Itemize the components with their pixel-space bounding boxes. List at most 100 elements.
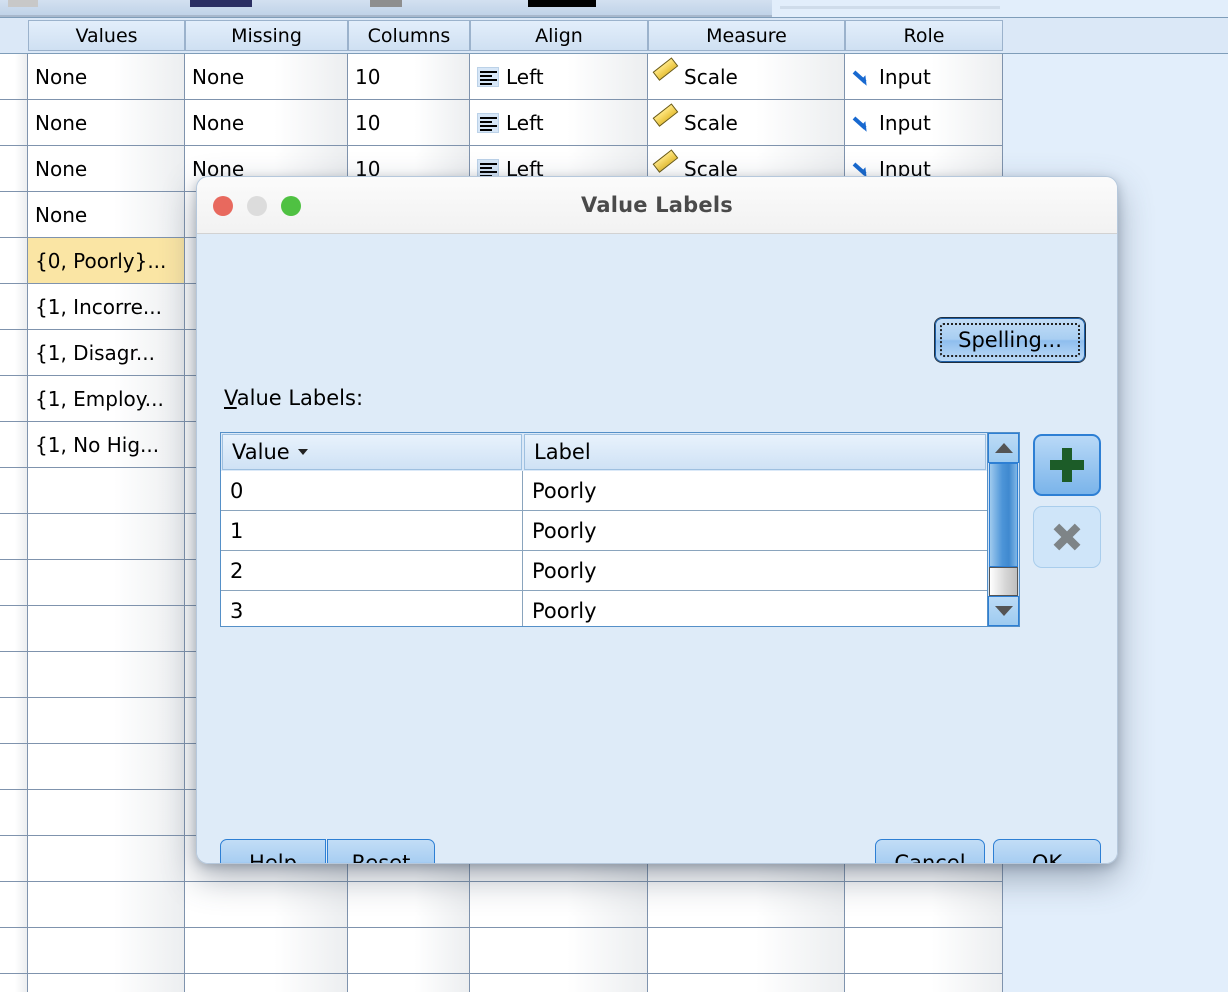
cancel-button[interactable]: Cancel — [875, 839, 985, 863]
remove-value-label-button[interactable] — [1033, 506, 1101, 568]
grid-cell[interactable] — [28, 652, 185, 698]
grid-cell[interactable]: None — [185, 54, 348, 100]
grid-cell[interactable]: Input — [845, 100, 1003, 146]
grid-cell[interactable]: None — [28, 192, 185, 238]
grid-cell[interactable] — [648, 974, 845, 992]
grid-cell[interactable]: {1, Employ... — [28, 376, 185, 422]
value-cell[interactable]: 1 — [221, 511, 523, 550]
grid-cell[interactable]: 10 — [348, 54, 470, 100]
value-cell[interactable]: 3 — [221, 591, 523, 626]
grid-cell[interactable] — [185, 928, 348, 974]
row-number-gutter[interactable] — [0, 652, 28, 698]
minimize-button[interactable] — [247, 196, 267, 216]
grid-cell[interactable] — [845, 974, 1003, 992]
label-cell[interactable]: Poorly — [523, 471, 987, 510]
grid-cell[interactable]: Scale — [648, 54, 845, 100]
row-number-gutter[interactable] — [0, 238, 28, 284]
grid-cell[interactable]: 10 — [348, 100, 470, 146]
row-number-gutter[interactable] — [0, 100, 28, 146]
row-number-gutter[interactable] — [0, 790, 28, 836]
grid-column-header[interactable]: Role — [845, 20, 1003, 51]
grid-cell[interactable] — [28, 974, 185, 992]
value-label-row[interactable]: 1 Poorly — [221, 511, 987, 551]
row-number-gutter[interactable] — [0, 606, 28, 652]
grid-cell[interactable]: None — [185, 100, 348, 146]
grid-cell[interactable] — [470, 928, 648, 974]
column-header-value[interactable]: Value — [222, 434, 522, 470]
grid-cell[interactable]: None — [28, 100, 185, 146]
reset-button[interactable]: Reset — [327, 839, 435, 863]
grid-cell[interactable]: None — [28, 146, 185, 192]
grid-column-header[interactable]: Measure — [648, 20, 845, 51]
row-number-gutter[interactable] — [0, 146, 28, 192]
scroll-up-button[interactable] — [988, 433, 1019, 463]
grid-cell[interactable] — [348, 974, 470, 992]
row-number-gutter[interactable] — [0, 284, 28, 330]
grid-cell[interactable] — [28, 928, 185, 974]
value-cell[interactable]: 2 — [221, 551, 523, 590]
grid-cell[interactable] — [348, 928, 470, 974]
grid-cell[interactable] — [845, 882, 1003, 928]
grid-column-header[interactable]: Columns — [348, 20, 470, 51]
grid-cell[interactable] — [28, 560, 185, 606]
grid-cell[interactable] — [845, 928, 1003, 974]
ok-button[interactable]: OK — [993, 839, 1101, 863]
grid-column-header[interactable]: Values — [28, 20, 185, 51]
grid-cell[interactable]: Left — [470, 54, 648, 100]
grid-cell[interactable] — [470, 882, 648, 928]
row-number-gutter[interactable] — [0, 376, 28, 422]
grid-cell[interactable] — [648, 882, 845, 928]
grid-row[interactable]: None None 10 Left Scale Input — [0, 54, 1228, 100]
value-label-row[interactable]: 3 Poorly — [221, 591, 987, 626]
grid-cell[interactable]: Input — [845, 54, 1003, 100]
grid-cell[interactable]: None — [28, 54, 185, 100]
grid-cell[interactable] — [28, 744, 185, 790]
label-cell[interactable]: Poorly — [523, 551, 987, 590]
column-header-label[interactable]: Label — [524, 434, 986, 470]
grid-cell[interactable] — [28, 882, 185, 928]
value-label-row[interactable]: 2 Poorly — [221, 551, 987, 591]
grid-cell[interactable] — [28, 514, 185, 560]
row-number-gutter[interactable] — [0, 974, 28, 992]
label-cell[interactable]: Poorly — [523, 591, 987, 626]
grid-cell[interactable] — [348, 882, 470, 928]
row-number-gutter[interactable] — [0, 698, 28, 744]
scrollbar-thumb[interactable] — [989, 463, 1018, 567]
grid-cell[interactable] — [28, 790, 185, 836]
grid-cell[interactable] — [185, 882, 348, 928]
grid-cell[interactable] — [185, 974, 348, 992]
grid-cell[interactable] — [28, 606, 185, 652]
scrollbar-track-remainder[interactable] — [989, 566, 1018, 596]
grid-cell[interactable] — [28, 836, 185, 882]
value-label-row[interactable]: 0 Poorly — [221, 471, 987, 511]
grid-cell[interactable]: {1, No Hig... — [28, 422, 185, 468]
grid-cell[interactable] — [648, 928, 845, 974]
grid-cell[interactable] — [470, 974, 648, 992]
zoom-button[interactable] — [281, 196, 301, 216]
row-number-gutter[interactable] — [0, 882, 28, 928]
grid-row[interactable]: None None 10 Left Scale Input — [0, 100, 1228, 146]
listbox-scrollbar[interactable] — [987, 433, 1019, 626]
row-number-gutter[interactable] — [0, 744, 28, 790]
grid-cell[interactable]: Scale — [648, 100, 845, 146]
row-number-gutter[interactable] — [0, 54, 28, 100]
help-button[interactable]: Help — [220, 839, 326, 863]
value-labels-listbox[interactable]: Value Label 0 Poorly 1 Poorly 2 Poorly 3 Poorly… — [220, 432, 1020, 627]
row-number-gutter[interactable] — [0, 192, 28, 238]
row-number-gutter[interactable] — [0, 330, 28, 376]
scroll-down-button[interactable] — [988, 596, 1019, 626]
spelling-button[interactable]: Spelling... — [935, 318, 1085, 362]
scrollbar-track[interactable] — [988, 463, 1019, 596]
label-cell[interactable]: Poorly — [523, 511, 987, 550]
grid-cell[interactable]: {1, Incorre... — [28, 284, 185, 330]
row-number-gutter[interactable] — [0, 422, 28, 468]
row-number-gutter[interactable] — [0, 560, 28, 606]
close-button[interactable] — [213, 196, 233, 216]
grid-cell[interactable]: {0, Poorly}... — [28, 238, 185, 284]
row-number-gutter[interactable] — [0, 836, 28, 882]
row-number-gutter[interactable] — [0, 468, 28, 514]
grid-column-header[interactable]: Align — [470, 20, 648, 51]
grid-row[interactable] — [0, 974, 1228, 992]
row-number-gutter[interactable] — [0, 928, 28, 974]
grid-row[interactable] — [0, 882, 1228, 928]
